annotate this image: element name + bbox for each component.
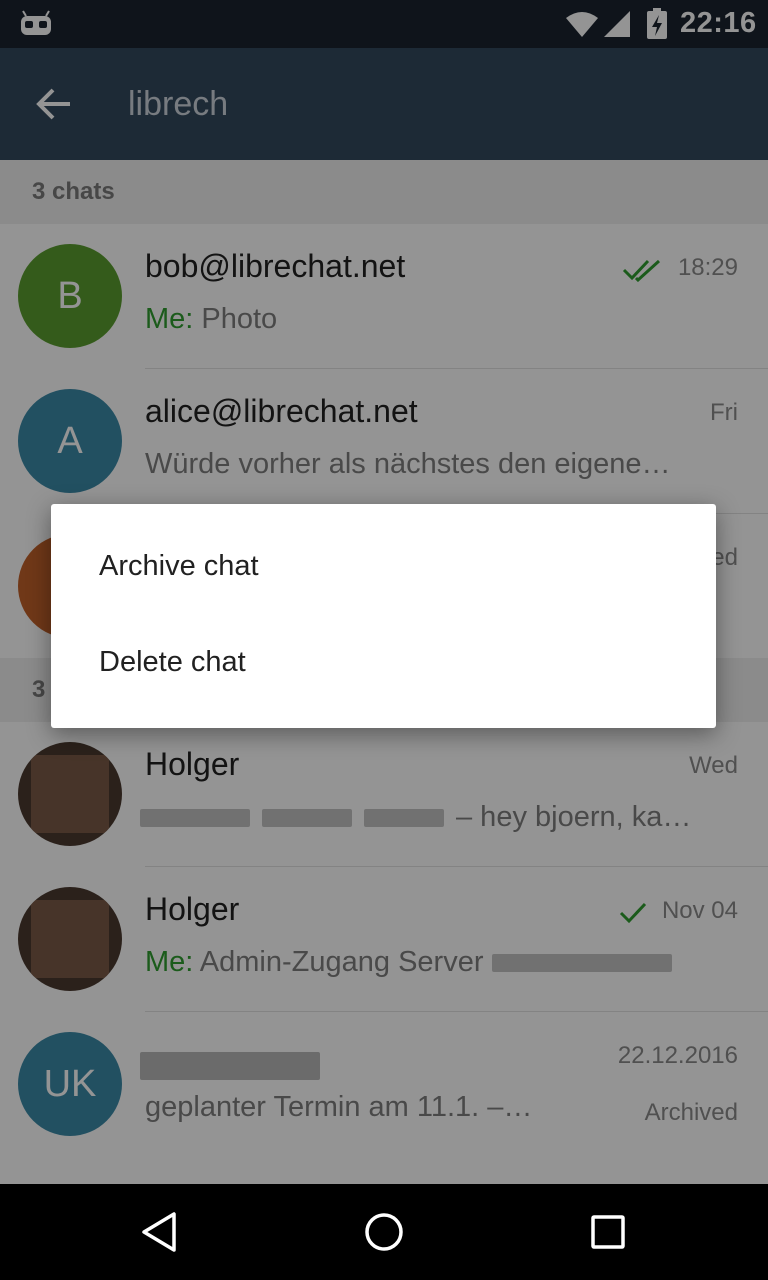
delete-chat-option[interactable]: Delete chat [51, 616, 716, 712]
recents-nav-icon[interactable] [584, 1208, 632, 1256]
archive-chat-label: Archive chat [99, 550, 259, 582]
archive-chat-option[interactable]: Archive chat [51, 520, 716, 616]
system-navigation-bar [0, 1184, 768, 1280]
home-nav-icon[interactable] [360, 1208, 408, 1256]
back-nav-icon[interactable] [136, 1208, 184, 1256]
delete-chat-label: Delete chat [99, 646, 246, 678]
chat-context-menu: Archive chat Delete chat [51, 504, 716, 728]
